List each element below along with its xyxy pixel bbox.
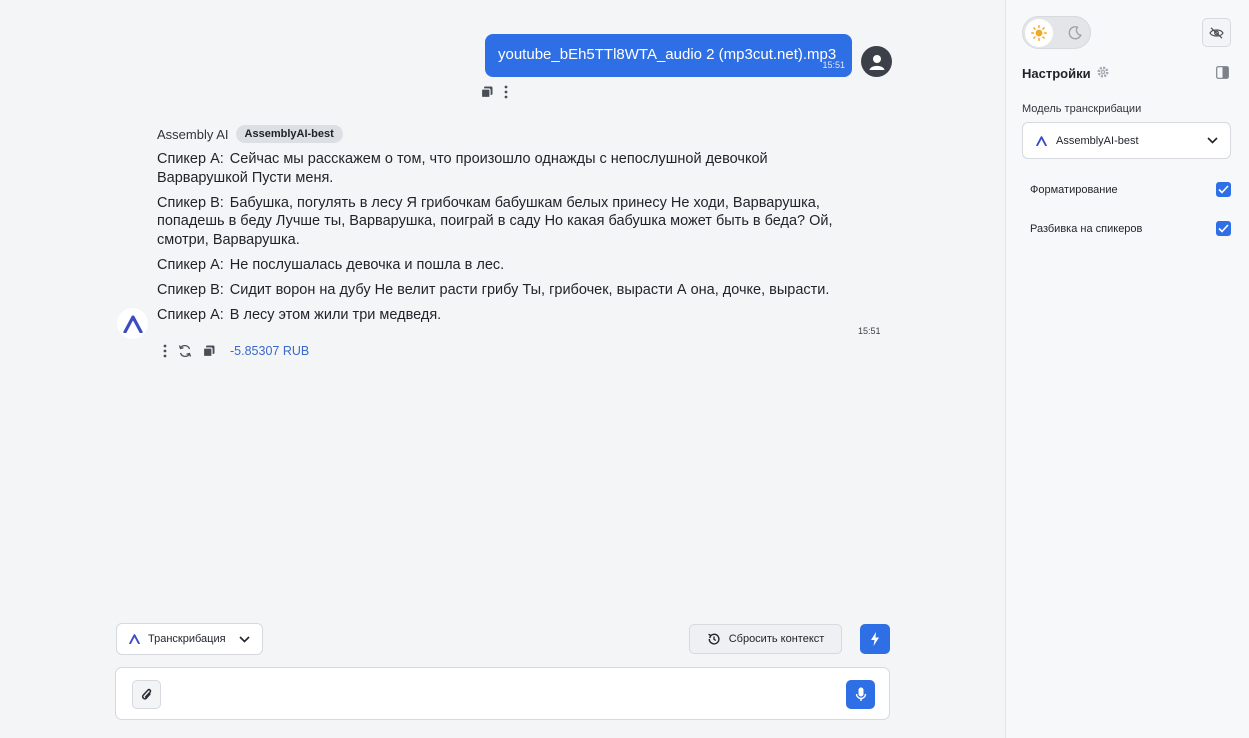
more-vertical-icon: [163, 344, 167, 358]
transcript-line: Спикер A: Не послушалась девочка и пошла …: [157, 256, 847, 275]
speaker-diarization-option: Разбивка на спикеров: [1030, 221, 1231, 236]
assistant-header: Assembly AI AssemblyAI-best: [157, 125, 343, 143]
transcription-model-label: Модель транскрибации: [1022, 103, 1142, 115]
speaker-label: Спикер A:: [157, 151, 224, 167]
line-text: В лесу этом жили три медведя.: [229, 306, 442, 323]
model-chip: AssemblyAI-best: [235, 125, 343, 143]
line-text: Не послушалась девочка и пошла в лес.: [229, 256, 505, 273]
speaker-label: Спикер A:: [157, 306, 224, 323]
settings-sidebar: Настройки Модель транскрибации AssemblyA…: [1005, 0, 1249, 738]
sun-icon: [1031, 25, 1047, 41]
copy-icon: [202, 345, 215, 358]
checkmark-icon: [1218, 185, 1229, 194]
hide-sidebar-button[interactable]: [1202, 18, 1231, 47]
transcript-line: Спикер A: В лесу этом жили три медведя.: [157, 306, 847, 325]
formatting-option: Форматирование: [1030, 182, 1231, 197]
more-button[interactable]: [162, 344, 168, 358]
transcript: Спикер A: Сейчас мы расскажем о том, что …: [157, 150, 847, 331]
formatting-checkbox[interactable]: [1216, 182, 1231, 197]
chevron-down-icon: [239, 635, 250, 643]
more-vertical-icon: [504, 85, 508, 99]
transcription-model-select[interactable]: AssemblyAI-best: [1022, 122, 1231, 159]
assistant-message-time: 15:51: [858, 326, 881, 336]
speaker-label: Спикер B:: [157, 281, 224, 298]
cost-label: -5.85307 RUB: [230, 344, 310, 358]
reset-context-label: Сбросить контекст: [728, 633, 825, 645]
line-text: Бабушка, погулять в лесу Я грибочкам баб…: [157, 194, 833, 248]
speaker-label: Спикер B:: [157, 194, 224, 211]
line-text: Сидит ворон на дубу Не велит расти грибу…: [229, 281, 830, 298]
reset-context-button[interactable]: Сбросить контекст: [689, 624, 842, 654]
gear-icon: [1097, 66, 1109, 78]
attach-button[interactable]: [132, 680, 161, 709]
eye-off-icon: [1209, 26, 1224, 39]
user-avatar[interactable]: [861, 46, 892, 77]
assembly-logo-icon: [122, 314, 143, 333]
speaker-label: Спикер A:: [157, 256, 224, 273]
lightning-icon: [871, 632, 879, 646]
dark-theme-option[interactable]: [1061, 19, 1089, 47]
chat-area: youtube_bEh5TTl8WTA_audio 2 (mp3cut.net)…: [0, 0, 1005, 738]
regenerate-button[interactable]: [178, 344, 192, 358]
assistant-message-actions: -5.85307 RUB: [162, 344, 309, 358]
user-message-time: 15:51: [822, 60, 845, 70]
speaker-diarization-label: Разбивка на спикеров: [1030, 222, 1143, 235]
refresh-icon: [178, 344, 192, 358]
user-message-actions: [480, 85, 509, 99]
chevron-down-icon: [1207, 137, 1218, 144]
mode-select[interactable]: Транскрибация: [116, 623, 263, 655]
theme-toggle[interactable]: [1022, 16, 1091, 49]
moon-icon: [1068, 26, 1082, 40]
assistant-avatar: [117, 308, 148, 339]
message-input[interactable]: [171, 682, 831, 706]
assistant-name: Assembly AI: [157, 126, 229, 142]
user-icon: [869, 54, 884, 70]
mode-select-label: Транскрибация: [148, 633, 226, 645]
message-composer: [115, 667, 890, 720]
transcript-line: Спикер B: Бабушка, погулять в лесу Я гриб…: [157, 194, 847, 250]
copy-icon: [480, 86, 493, 99]
transcript-line: Спикер A: Сейчас мы расскажем о том, что …: [157, 150, 847, 187]
transcription-model-value: AssemblyAI-best: [1056, 134, 1139, 147]
assembly-logo-icon: [129, 634, 140, 644]
speaker-diarization-checkbox[interactable]: [1216, 221, 1231, 236]
more-button[interactable]: [503, 85, 509, 99]
microphone-button[interactable]: [846, 680, 875, 709]
line-text: Сейчас мы расскажем о том, что произошло…: [157, 151, 768, 186]
copy-button[interactable]: [480, 85, 494, 99]
microphone-icon: [855, 687, 866, 701]
light-theme-option[interactable]: [1025, 19, 1053, 47]
quick-action-button[interactable]: [860, 624, 890, 654]
checkmark-icon: [1218, 224, 1229, 233]
transcript-line: Спикер B: Сидит ворон на дубу Не велит ра…: [157, 281, 847, 300]
settings-title: Настройки: [1022, 66, 1091, 81]
formatting-label: Форматирование: [1030, 183, 1118, 196]
copy-button[interactable]: [202, 344, 216, 358]
assembly-logo-icon: [1036, 135, 1047, 146]
sidebar-panel-icon[interactable]: [1216, 66, 1229, 79]
user-message-text: youtube_bEh5TTl8WTA_audio 2 (mp3cut.net)…: [498, 46, 837, 63]
history-icon: [707, 633, 720, 645]
user-message-bubble: youtube_bEh5TTl8WTA_audio 2 (mp3cut.net)…: [485, 34, 852, 77]
paperclip-icon: [141, 688, 151, 700]
